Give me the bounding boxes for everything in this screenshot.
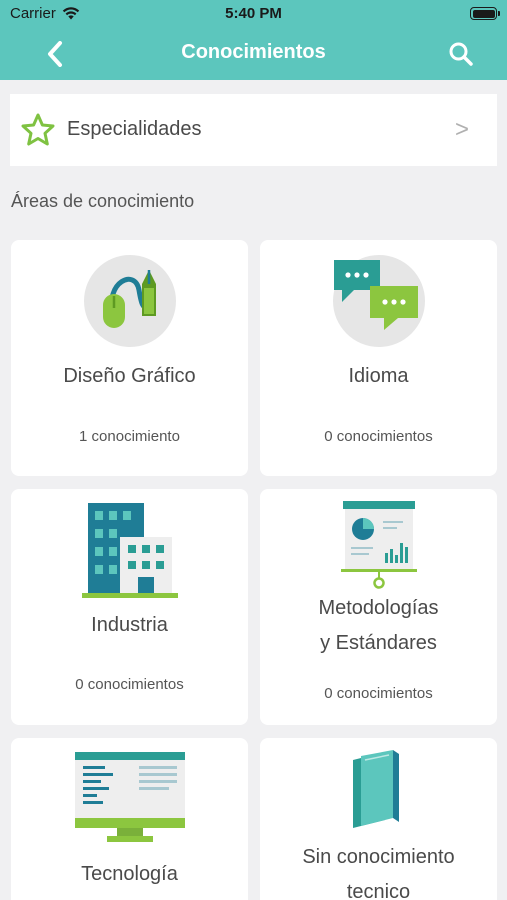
books-icon — [352, 750, 399, 828]
area-name-line2: tecnico — [346, 881, 411, 900]
page-title: Conocimientos — [181, 41, 326, 63]
search-button[interactable] — [445, 38, 477, 70]
buildings-icon — [81, 503, 178, 598]
status-time: 5:40 PM — [225, 5, 282, 22]
search-icon — [449, 42, 473, 66]
area-name: Tecnología — [81, 863, 178, 885]
area-count: 0 conocimientos — [324, 685, 433, 702]
presentation-board-icon — [340, 501, 417, 589]
area-name-line2: y Estándares — [320, 632, 437, 654]
speech-bubbles-icon — [332, 255, 425, 347]
area-name: Industria — [91, 614, 168, 636]
chevron-right-icon: > — [454, 116, 469, 143]
battery-icon — [470, 7, 500, 20]
monitor-code-icon — [74, 752, 185, 842]
specialties-row[interactable]: Especialidades > — [10, 94, 497, 166]
area-card-idioma[interactable]: Idioma 0 conocimientos — [260, 240, 497, 476]
section-title: Áreas de conocimiento — [11, 191, 195, 211]
area-card-metodologias[interactable]: Metodologías y Estándares 0 conocimiento… — [260, 489, 497, 725]
area-card-tecnologia[interactable]: Tecnología — [11, 738, 248, 900]
area-count: 0 conocimientos — [324, 428, 433, 445]
status-bar: Carrier 5:40 PM — [0, 0, 507, 28]
area-name-line1: Metodologías — [318, 597, 439, 619]
star-icon — [21, 113, 55, 146]
navigation-bar: Conocimientos — [0, 28, 507, 80]
design-mouse-pen-icon — [83, 255, 176, 347]
area-count: 0 conocimientos — [75, 676, 184, 693]
area-name: Idioma — [348, 365, 409, 387]
area-card-diseno-grafico[interactable]: Diseño Gráfico 1 conocimiento — [11, 240, 248, 476]
specialties-label: Especialidades — [67, 118, 202, 140]
area-card-sin-conocimiento[interactable]: Sin conocimiento tecnico — [260, 738, 497, 900]
area-card-industria[interactable]: Industria 0 conocimientos — [11, 489, 248, 725]
area-name: Diseño Gráfico — [63, 365, 196, 387]
area-count: 1 conocimiento — [79, 428, 180, 445]
area-name-line1: Sin conocimiento — [302, 846, 455, 868]
